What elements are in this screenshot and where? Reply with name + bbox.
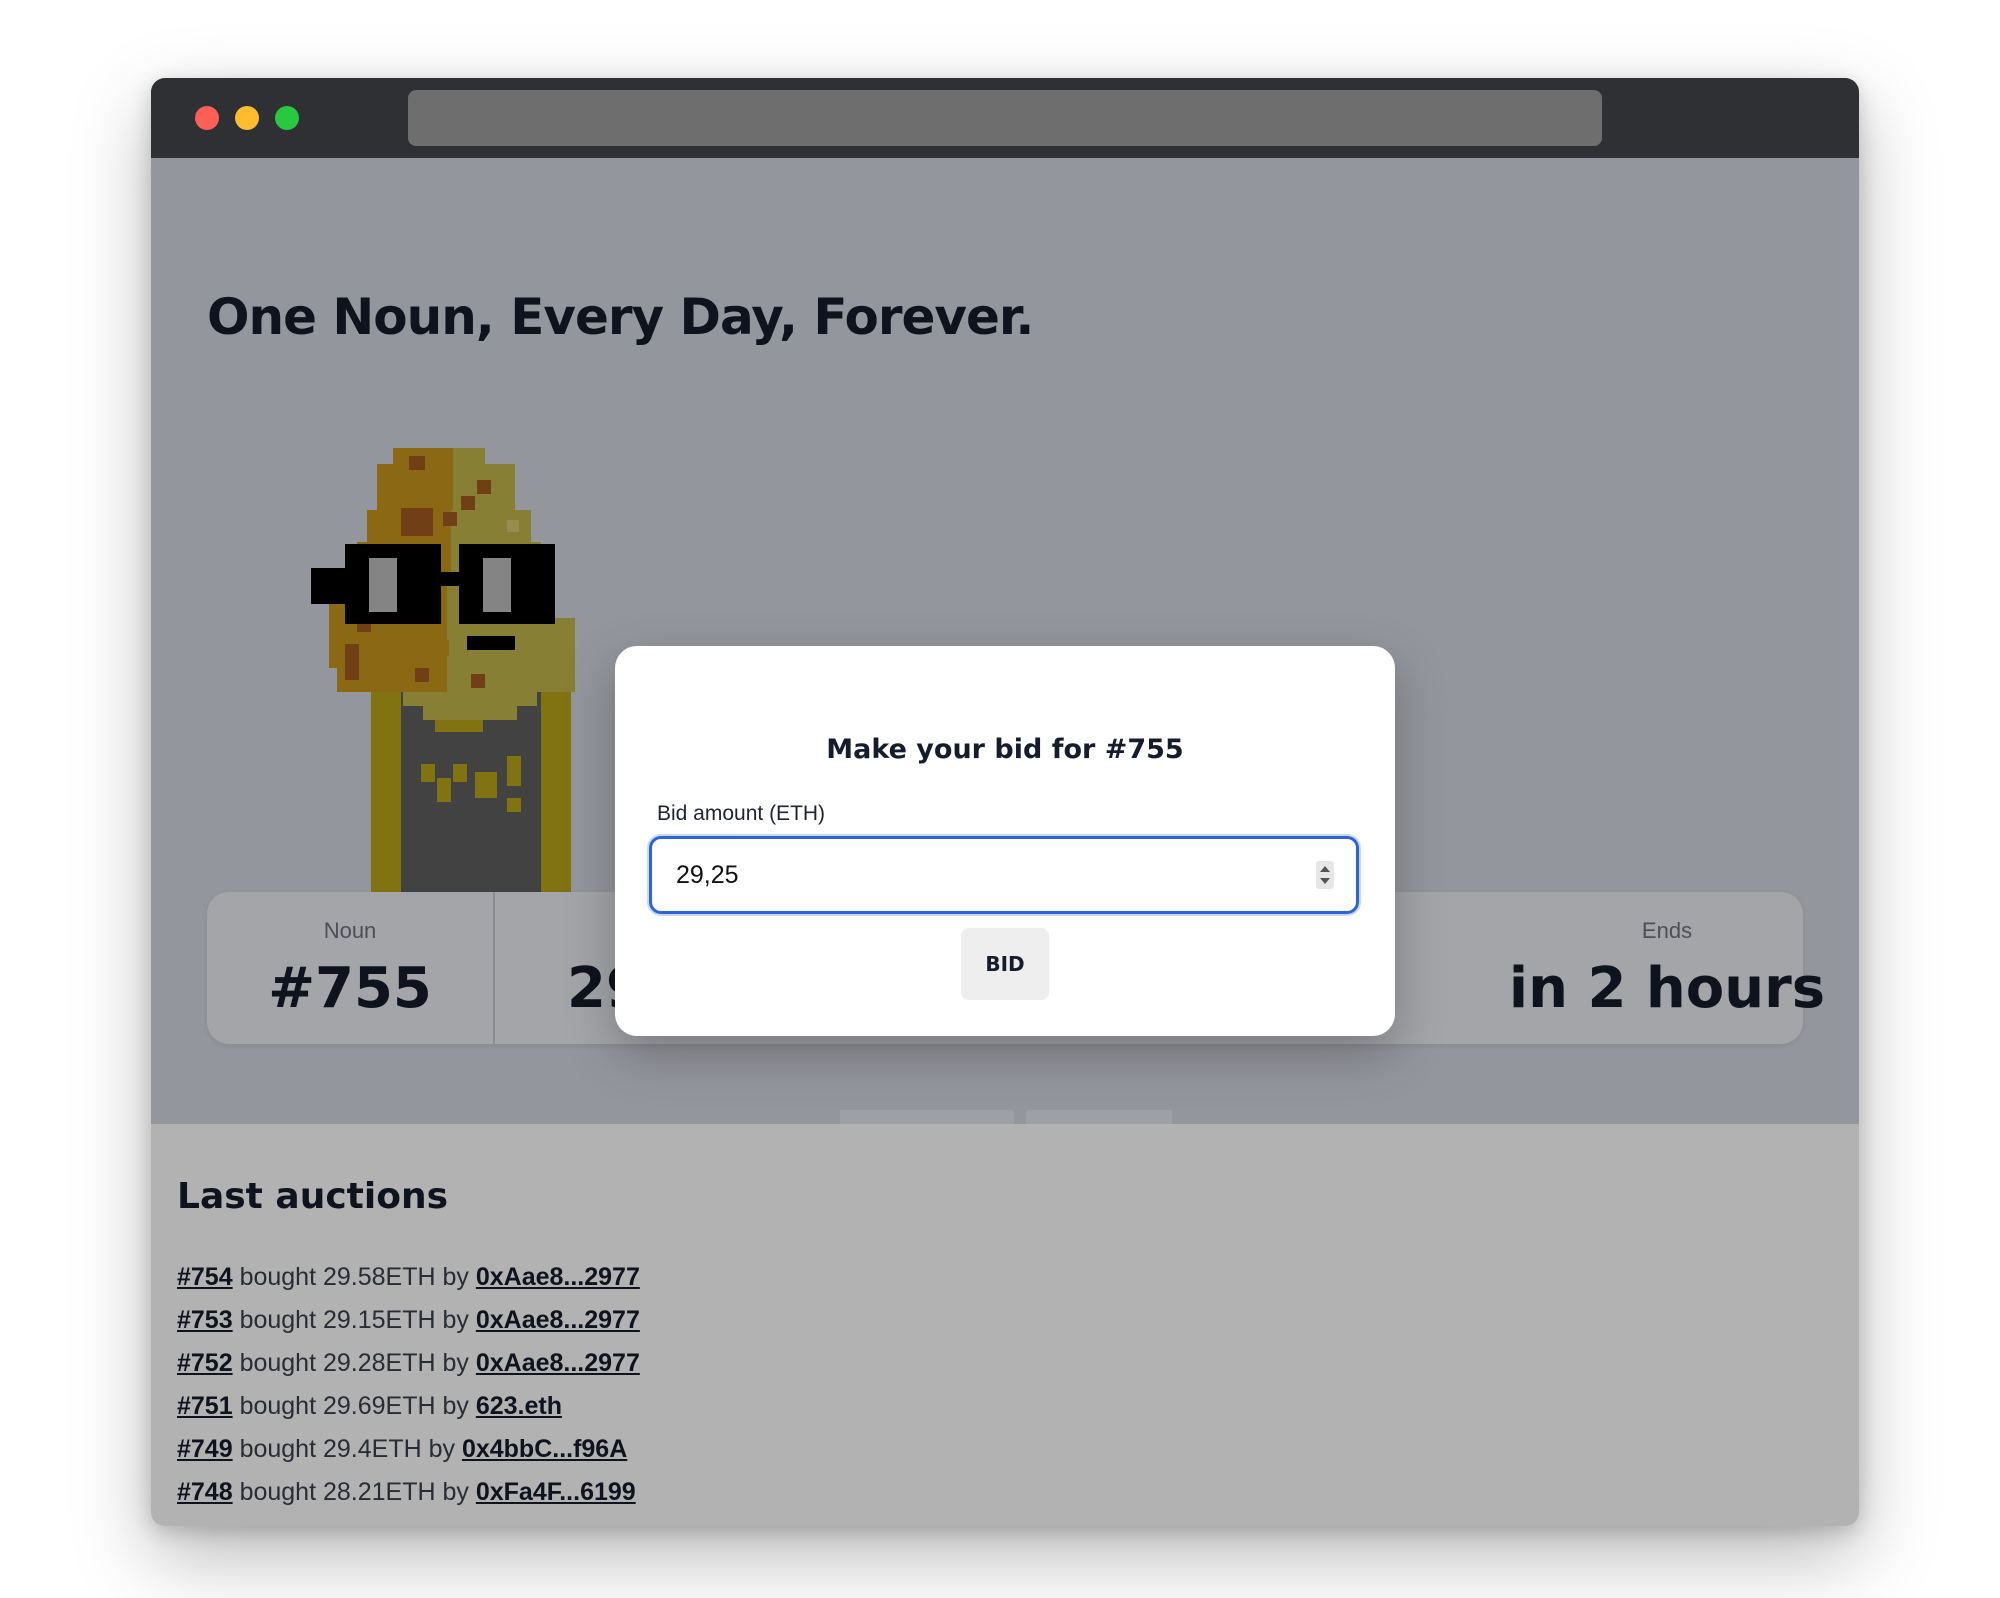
stepper-up-icon[interactable] (1320, 866, 1330, 872)
bid-stepper[interactable] (1316, 861, 1334, 889)
window-titlebar (151, 78, 1859, 158)
minimize-window-button[interactable] (235, 106, 259, 130)
bid-amount-label: Bid amount (ETH) (657, 802, 826, 825)
address-bar[interactable] (408, 90, 1602, 146)
modal-title: Make your bid for #755 (826, 734, 1184, 765)
bid-modal: Make your bid for #755 Bid amount (ETH) … (615, 646, 1395, 1036)
bid-input-container (649, 836, 1359, 914)
bid-amount-input[interactable] (652, 839, 1356, 911)
browser-window: One Noun, Every Day, Forever. Noun #755 … (151, 78, 1859, 1526)
maximize-window-button[interactable] (275, 106, 299, 130)
close-window-button[interactable] (195, 106, 219, 130)
stepper-down-icon[interactable] (1320, 878, 1330, 884)
bid-button[interactable]: BID (961, 928, 1049, 1000)
